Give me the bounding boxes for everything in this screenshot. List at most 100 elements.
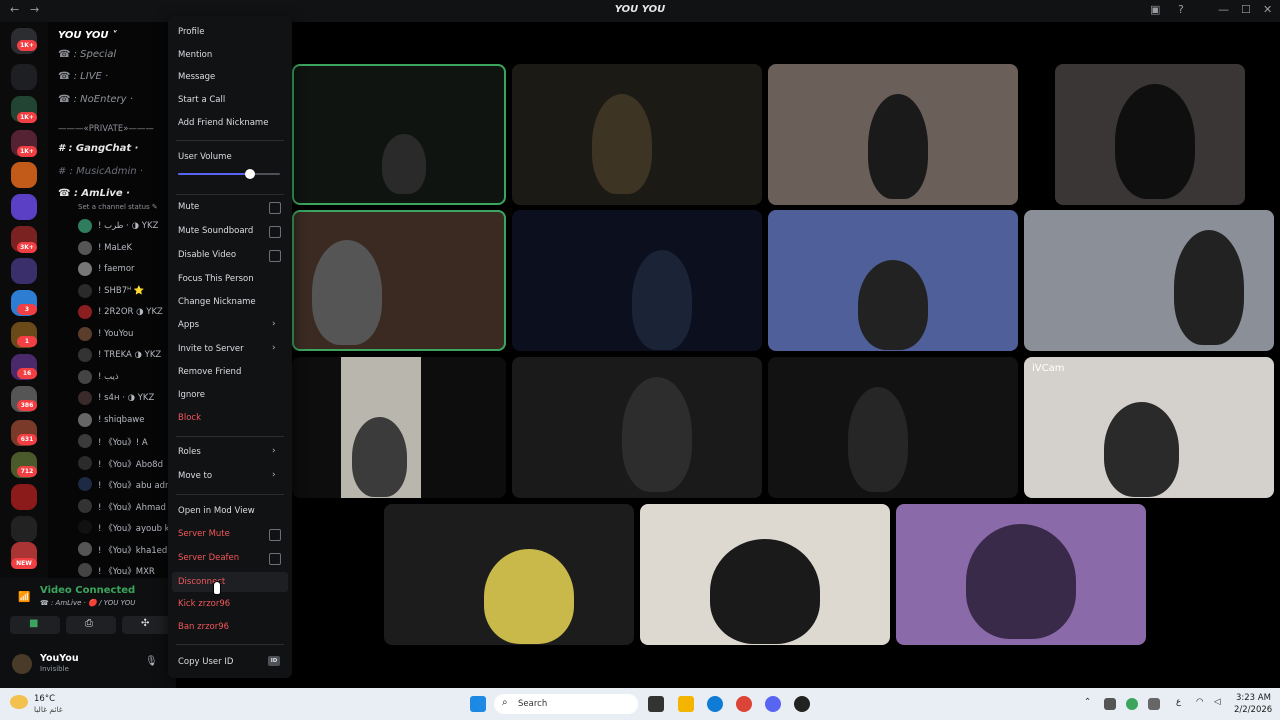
menu-item-server-deafen[interactable]: Server Deafen (178, 553, 239, 563)
wifi-icon[interactable]: ◠ (1196, 697, 1203, 707)
menu-item-server-mute[interactable]: Server Mute (178, 529, 230, 539)
mute-soundboard-checkbox[interactable] (269, 226, 281, 238)
volume-slider[interactable] (178, 169, 280, 179)
chevron-right-icon: › (272, 319, 276, 329)
edge-icon[interactable] (707, 696, 723, 712)
microphone-tray-icon[interactable] (1148, 698, 1160, 710)
activities-icon: ✣ (141, 618, 150, 629)
help-icon[interactable]: ? (1178, 3, 1184, 16)
channel-item[interactable]: ☎ : NoEntery · (58, 94, 133, 105)
weather-temp[interactable]: 16°C (34, 694, 55, 704)
menu-item-remove-friend[interactable]: Remove Friend (178, 367, 241, 377)
minimize-icon[interactable]: — (1218, 3, 1229, 16)
video-tile[interactable] (640, 504, 890, 645)
video-tile[interactable] (292, 357, 506, 498)
server-icon[interactable] (11, 516, 37, 542)
server-icon[interactable] (11, 258, 37, 284)
microphone-icon[interactable]: 🎙 (145, 656, 158, 667)
taskbar-search[interactable]: ⌕ Search (494, 694, 638, 714)
menu-item-kick[interactable]: Kick zrzor96 (178, 599, 230, 609)
mute-checkbox[interactable] (269, 202, 281, 214)
server-icon[interactable] (11, 194, 37, 220)
clock-date[interactable]: 2/2/2026 (1234, 705, 1272, 715)
category-header[interactable]: ———«PRIVATE»——— (58, 124, 154, 134)
video-tile[interactable] (512, 357, 762, 498)
folder-icon[interactable] (11, 64, 37, 90)
channel-item[interactable]: ☎ : Special (58, 49, 116, 60)
channel-item[interactable]: # : MusicAdmin · (58, 166, 143, 177)
menu-item-invite[interactable]: Invite to Server (178, 344, 244, 354)
video-tile[interactable] (512, 210, 762, 351)
menu-item-start-call[interactable]: Start a Call (178, 95, 225, 105)
tray-icon[interactable] (1126, 698, 1138, 710)
clock-time[interactable]: 3:23 AM (1236, 693, 1271, 703)
language-indicator[interactable]: ع (1176, 697, 1181, 707)
video-tile[interactable] (512, 64, 762, 205)
video-tile[interactable] (768, 210, 1018, 351)
person-shape (352, 417, 407, 497)
voice-channel[interactable]: ☎ : AmLive · 🔴 / YOU YOU (40, 599, 135, 607)
person-shape (592, 94, 652, 194)
app-icon[interactable] (794, 696, 810, 712)
channel-item[interactable]: # : GangChat · (58, 143, 138, 154)
server-icon[interactable] (11, 484, 37, 510)
screenshare-button[interactable]: ⎙ (66, 616, 116, 634)
video-tile[interactable] (292, 64, 506, 205)
video-tile[interactable] (1024, 210, 1274, 351)
menu-item-mention[interactable]: Mention (178, 50, 212, 60)
menu-item-move-to[interactable]: Move to (178, 471, 212, 481)
menu-item-copy-id[interactable]: Copy User ID (178, 657, 233, 667)
menu-item-change-nickname[interactable]: Change Nickname (178, 297, 256, 307)
video-tile[interactable]: iVCam (1024, 357, 1274, 498)
tray-icon[interactable] (1104, 698, 1116, 710)
maximize-icon[interactable]: ☐ (1241, 3, 1251, 16)
badge: 386 (17, 400, 37, 411)
discord-icon[interactable] (765, 696, 781, 712)
menu-item-add-nickname[interactable]: Add Friend Nickname (178, 118, 268, 128)
weather-desc[interactable]: غائم غالبا (34, 705, 63, 714)
menu-item-mute-soundboard[interactable]: Mute Soundboard (178, 226, 253, 236)
video-tile[interactable] (1055, 64, 1245, 205)
menu-item-disable-video[interactable]: Disable Video (178, 250, 236, 260)
menu-item-ignore[interactable]: Ignore (178, 390, 205, 400)
server-icon[interactable] (11, 162, 37, 188)
file-explorer-icon[interactable] (678, 696, 694, 712)
video-tile[interactable] (292, 210, 506, 351)
menu-item-message[interactable]: Message (178, 72, 215, 82)
camera-button[interactable]: ■ (10, 616, 60, 634)
video-tile[interactable] (768, 64, 1018, 205)
server-deafen-checkbox[interactable] (269, 553, 281, 565)
person-shape (966, 524, 1076, 639)
menu-item-mod-view[interactable]: Open in Mod View (178, 506, 255, 516)
volume-handle[interactable] (245, 169, 256, 179)
windows-start-icon[interactable] (470, 696, 486, 712)
menu-item-block[interactable]: Block (178, 413, 201, 423)
task-view-icon[interactable] (648, 696, 664, 712)
video-tile[interactable] (384, 504, 634, 645)
menu-item-ban[interactable]: Ban zrzor96 (178, 622, 229, 632)
close-icon[interactable]: ✕ (1263, 3, 1272, 16)
server-mute-checkbox[interactable] (269, 529, 281, 541)
chrome-icon[interactable] (736, 696, 752, 712)
server-name[interactable]: YOU YOU ˅ (58, 30, 117, 41)
disable-video-checkbox[interactable] (269, 250, 281, 262)
avatar[interactable] (12, 654, 32, 674)
badge: 712 (17, 466, 37, 477)
username[interactable]: YouYou (40, 653, 79, 664)
menu-item-mute[interactable]: Mute (178, 202, 199, 212)
video-tile[interactable] (896, 504, 1146, 645)
menu-item-apps[interactable]: Apps (178, 320, 199, 330)
video-tile[interactable] (768, 357, 1018, 498)
tray-chevron-icon[interactable]: ⌃ (1084, 697, 1091, 707)
channel-status[interactable]: Set a channel status ✎ (78, 203, 158, 211)
channel-item[interactable]: ☎ : LIVE · (58, 71, 108, 82)
volume-icon[interactable]: ◁ (1214, 697, 1221, 707)
menu-item-roles[interactable]: Roles (178, 447, 201, 457)
inbox-icon[interactable]: ▣ (1150, 3, 1160, 16)
activities-button[interactable]: ✣ (122, 616, 172, 634)
member-name: ! 2R2OR ◑ YKZ (98, 307, 163, 317)
channel-item-active[interactable]: ☎ : AmLive · (58, 188, 130, 199)
menu-item-profile[interactable]: Profile (178, 27, 204, 37)
voice-status[interactable]: Video Connected (40, 585, 135, 596)
menu-item-focus[interactable]: Focus This Person (178, 274, 254, 284)
